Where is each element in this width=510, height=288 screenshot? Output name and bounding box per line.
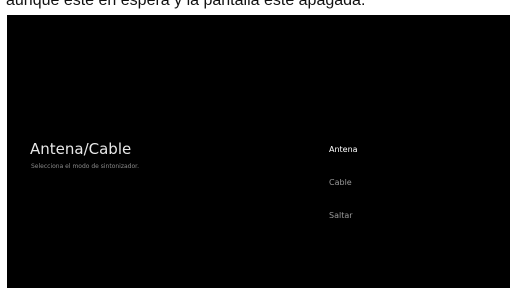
page-subtitle: Selecciona el modo de sintonizador. bbox=[31, 163, 139, 170]
option-cable[interactable]: Cable bbox=[329, 174, 479, 207]
caption-text: aunque esté en espera y la pantalla esté… bbox=[6, 0, 366, 9]
tuner-mode-options: Antena Cable Saltar bbox=[329, 141, 479, 240]
option-antena[interactable]: Antena bbox=[329, 141, 479, 174]
option-saltar[interactable]: Saltar bbox=[329, 207, 479, 240]
page-title: Antena/Cable bbox=[30, 140, 132, 158]
tv-screen: Antena/Cable Selecciona el modo de sinto… bbox=[7, 15, 510, 288]
